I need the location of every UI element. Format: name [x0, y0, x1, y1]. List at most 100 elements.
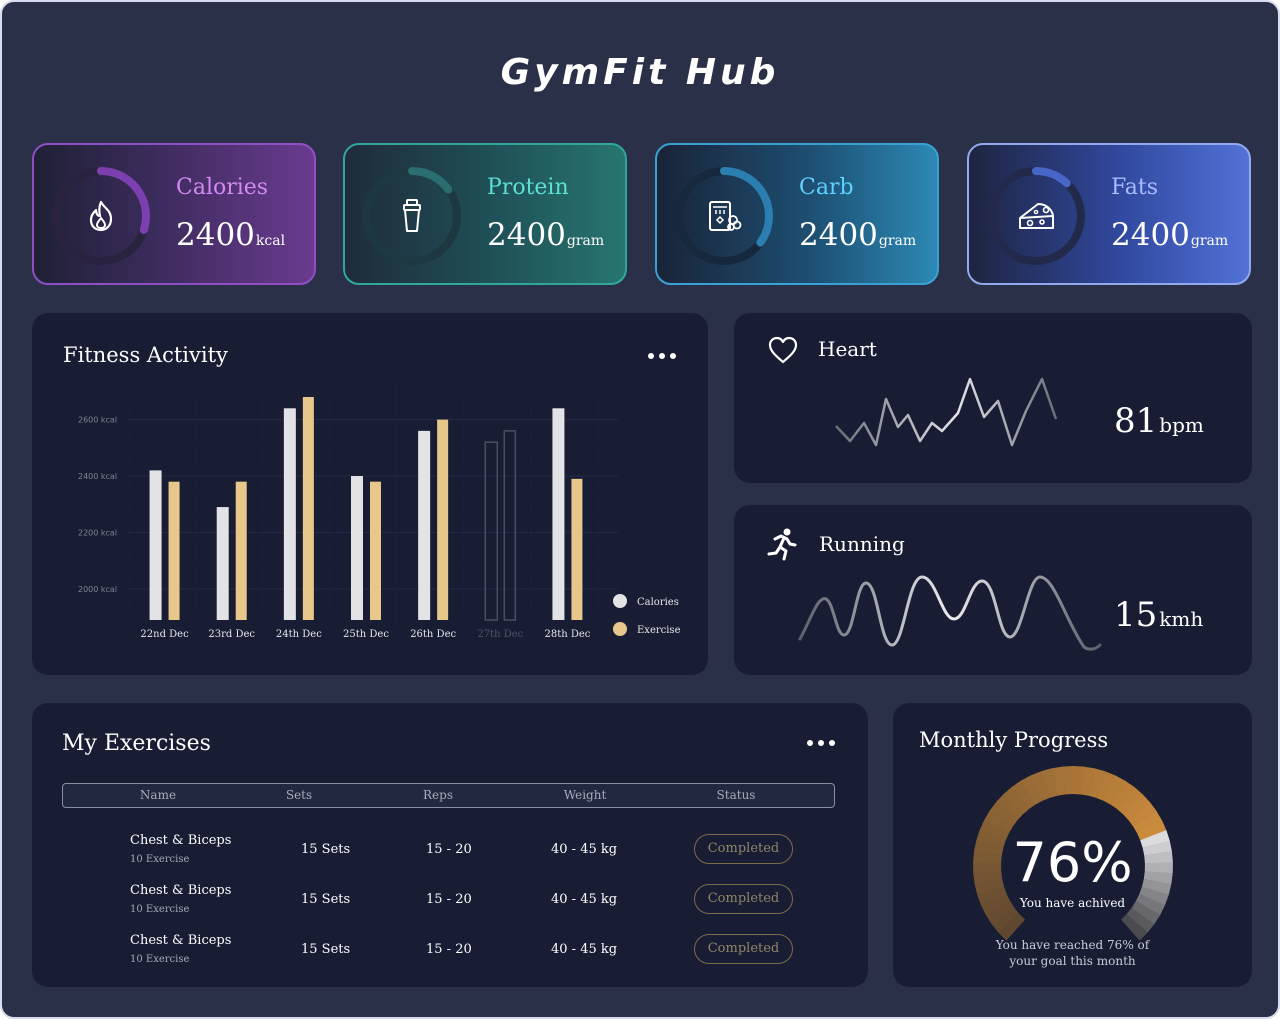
- heart-icon: [768, 336, 798, 364]
- dot-icon: [670, 353, 676, 359]
- exercise-reps: 15 - 20: [426, 942, 472, 957]
- y-tick-label: 2400 kcal: [78, 472, 117, 481]
- exercise-count: 10 Exercise: [130, 904, 190, 915]
- status-badge[interactable]: Completed: [694, 834, 793, 864]
- dot-icon: [818, 740, 824, 746]
- legend-label: Calories: [637, 597, 679, 608]
- progress-note: You have reached 76% of your goal this m…: [893, 937, 1252, 969]
- bar-calories[interactable]: [149, 470, 162, 620]
- heart-unit: bpm: [1159, 413, 1204, 437]
- legend-swatch: [613, 594, 627, 608]
- protein-label: Protein: [487, 175, 569, 200]
- fitness-activity-title: Fitness Activity: [63, 343, 228, 367]
- fats-unit: gram: [1190, 233, 1229, 249]
- column-header-sets: Sets: [285, 788, 313, 802]
- running-icon: [767, 528, 797, 561]
- exercise-weight: 40 - 45 kg: [551, 892, 618, 907]
- legend-label: Exercise: [637, 625, 681, 636]
- my-exercises-panel: My Exercises Name Sets Reps Weight Statu…: [32, 703, 868, 987]
- fitness-activity-chart: 2600 kcal 2400 kcal 2200 kcal 2000 kcal 22nd…: [78, 389, 681, 640]
- carb-label: Carb: [799, 175, 854, 200]
- bar-exercise[interactable]: [235, 481, 247, 620]
- calories-flame-icon: [89, 200, 113, 232]
- exercise-sets: 15 Sets: [301, 842, 351, 857]
- fitness-activity-panel: 2600 kcal 2400 kcal 2200 kcal 2000 kcal 22nd…: [32, 313, 708, 675]
- dot-icon: [807, 740, 813, 746]
- x-tick-label: 23rd Dec: [208, 629, 255, 640]
- heart-label: Heart: [818, 337, 877, 361]
- fats-value: 2400gram: [1111, 217, 1229, 253]
- column-header-name: Name: [139, 788, 177, 802]
- app-title: GymFit Hub: [500, 52, 780, 93]
- exercise-name: Chest & Biceps: [130, 883, 232, 898]
- y-tick-label: 2600 kcal: [78, 416, 117, 425]
- fats-card[interactable]: Fats 2400gram: [967, 143, 1251, 285]
- y-tick-label: 2000 kcal: [78, 585, 117, 594]
- carb-unit: gram: [878, 233, 917, 249]
- running-speed-wave: [798, 575, 1102, 651]
- fats-label: Fats: [1111, 175, 1159, 200]
- dot-icon: [648, 353, 654, 359]
- exercise-name: Chest & Biceps: [130, 833, 232, 848]
- monthly-progress-title: Monthly Progress: [919, 728, 1109, 752]
- legend-swatch: [613, 622, 627, 636]
- protein-card[interactable]: Protein 2400gram: [343, 143, 627, 285]
- column-header-status: Status: [716, 788, 756, 802]
- exercise-row[interactable]: Chest & Biceps 10 Exercise 15 Sets 15 - …: [32, 827, 868, 877]
- column-header-weight: Weight: [563, 788, 607, 802]
- bar-calories[interactable]: [552, 408, 565, 620]
- progress-caption: You have achived: [1019, 896, 1126, 910]
- exercise-weight: 40 - 45 kg: [551, 942, 618, 957]
- x-tick-label: 25th Dec: [343, 629, 389, 640]
- protein-shaker-icon: [403, 199, 421, 232]
- bar-exercise[interactable]: [571, 478, 583, 620]
- exercise-table-header: Name Sets Reps Weight Status: [62, 783, 835, 808]
- bar-calories[interactable]: [418, 430, 431, 620]
- carb-value: 2400gram: [799, 217, 917, 253]
- bar-calories[interactable]: [283, 408, 296, 620]
- exercise-count: 10 Exercise: [130, 954, 190, 965]
- my-exercises-title: My Exercises: [62, 731, 211, 756]
- progress-percent: 76%: [1012, 831, 1133, 894]
- protein-unit: gram: [566, 233, 605, 249]
- exercise-row[interactable]: Chest & Biceps 10 Exercise 15 Sets 15 - …: [32, 927, 868, 977]
- progress-note-line: You have reached 76% of: [995, 938, 1150, 952]
- bar-exercise[interactable]: [370, 481, 381, 620]
- x-tick-label: 28th Dec: [544, 629, 590, 640]
- bar-exercise[interactable]: [437, 419, 449, 620]
- exercise-sets: 15 Sets: [301, 892, 351, 907]
- bar-exercise[interactable]: [168, 481, 180, 620]
- exercise-count: 10 Exercise: [130, 854, 190, 865]
- exercise-sets: 15 Sets: [301, 942, 351, 957]
- dot-icon: [659, 353, 665, 359]
- status-badge[interactable]: Completed: [694, 884, 793, 914]
- bar-calories[interactable]: [351, 476, 363, 620]
- protein-value: 2400gram: [487, 217, 605, 253]
- calories-unit: kcal: [255, 233, 286, 249]
- heart-rate-value: 81 bpm: [1114, 401, 1204, 441]
- dashboard-frame: GymFit Hub Calories 2400kcal Protein 240…: [0, 0, 1280, 1019]
- bar-exercise[interactable]: [302, 397, 314, 620]
- carb-card[interactable]: Carb 2400gram: [655, 143, 939, 285]
- bar-calories[interactable]: [484, 441, 499, 621]
- running-panel[interactable]: Running 15 kmh: [734, 505, 1252, 675]
- column-header-reps: Reps: [423, 788, 453, 802]
- progress-note-line: your goal this month: [1009, 954, 1136, 968]
- running-speed-value: 15 kmh: [1114, 595, 1204, 635]
- bar-calories[interactable]: [216, 507, 229, 620]
- exercises-more-button[interactable]: [805, 736, 837, 750]
- monthly-progress-panel: Monthly Progress 76% You have achived Yo…: [893, 703, 1252, 987]
- status-badge[interactable]: Completed: [694, 934, 793, 964]
- exercise-name: Chest & Biceps: [130, 933, 232, 948]
- bar-exercise[interactable]: [503, 430, 517, 621]
- x-tick-label: 22nd Dec: [140, 629, 189, 640]
- calories-label: Calories: [176, 175, 269, 200]
- calories-card[interactable]: Calories 2400kcal: [32, 143, 316, 285]
- x-tick-label: 26th Dec: [410, 629, 456, 640]
- x-tick-label: 27th Dec: [477, 629, 523, 640]
- exercise-row[interactable]: Chest & Biceps 10 Exercise 15 Sets 15 - …: [32, 877, 868, 927]
- heart-panel[interactable]: Heart 81 bpm: [734, 313, 1252, 483]
- exercise-reps: 15 - 20: [426, 842, 472, 857]
- y-tick-label: 2200 kcal: [78, 528, 117, 537]
- fitness-more-button[interactable]: [646, 349, 678, 363]
